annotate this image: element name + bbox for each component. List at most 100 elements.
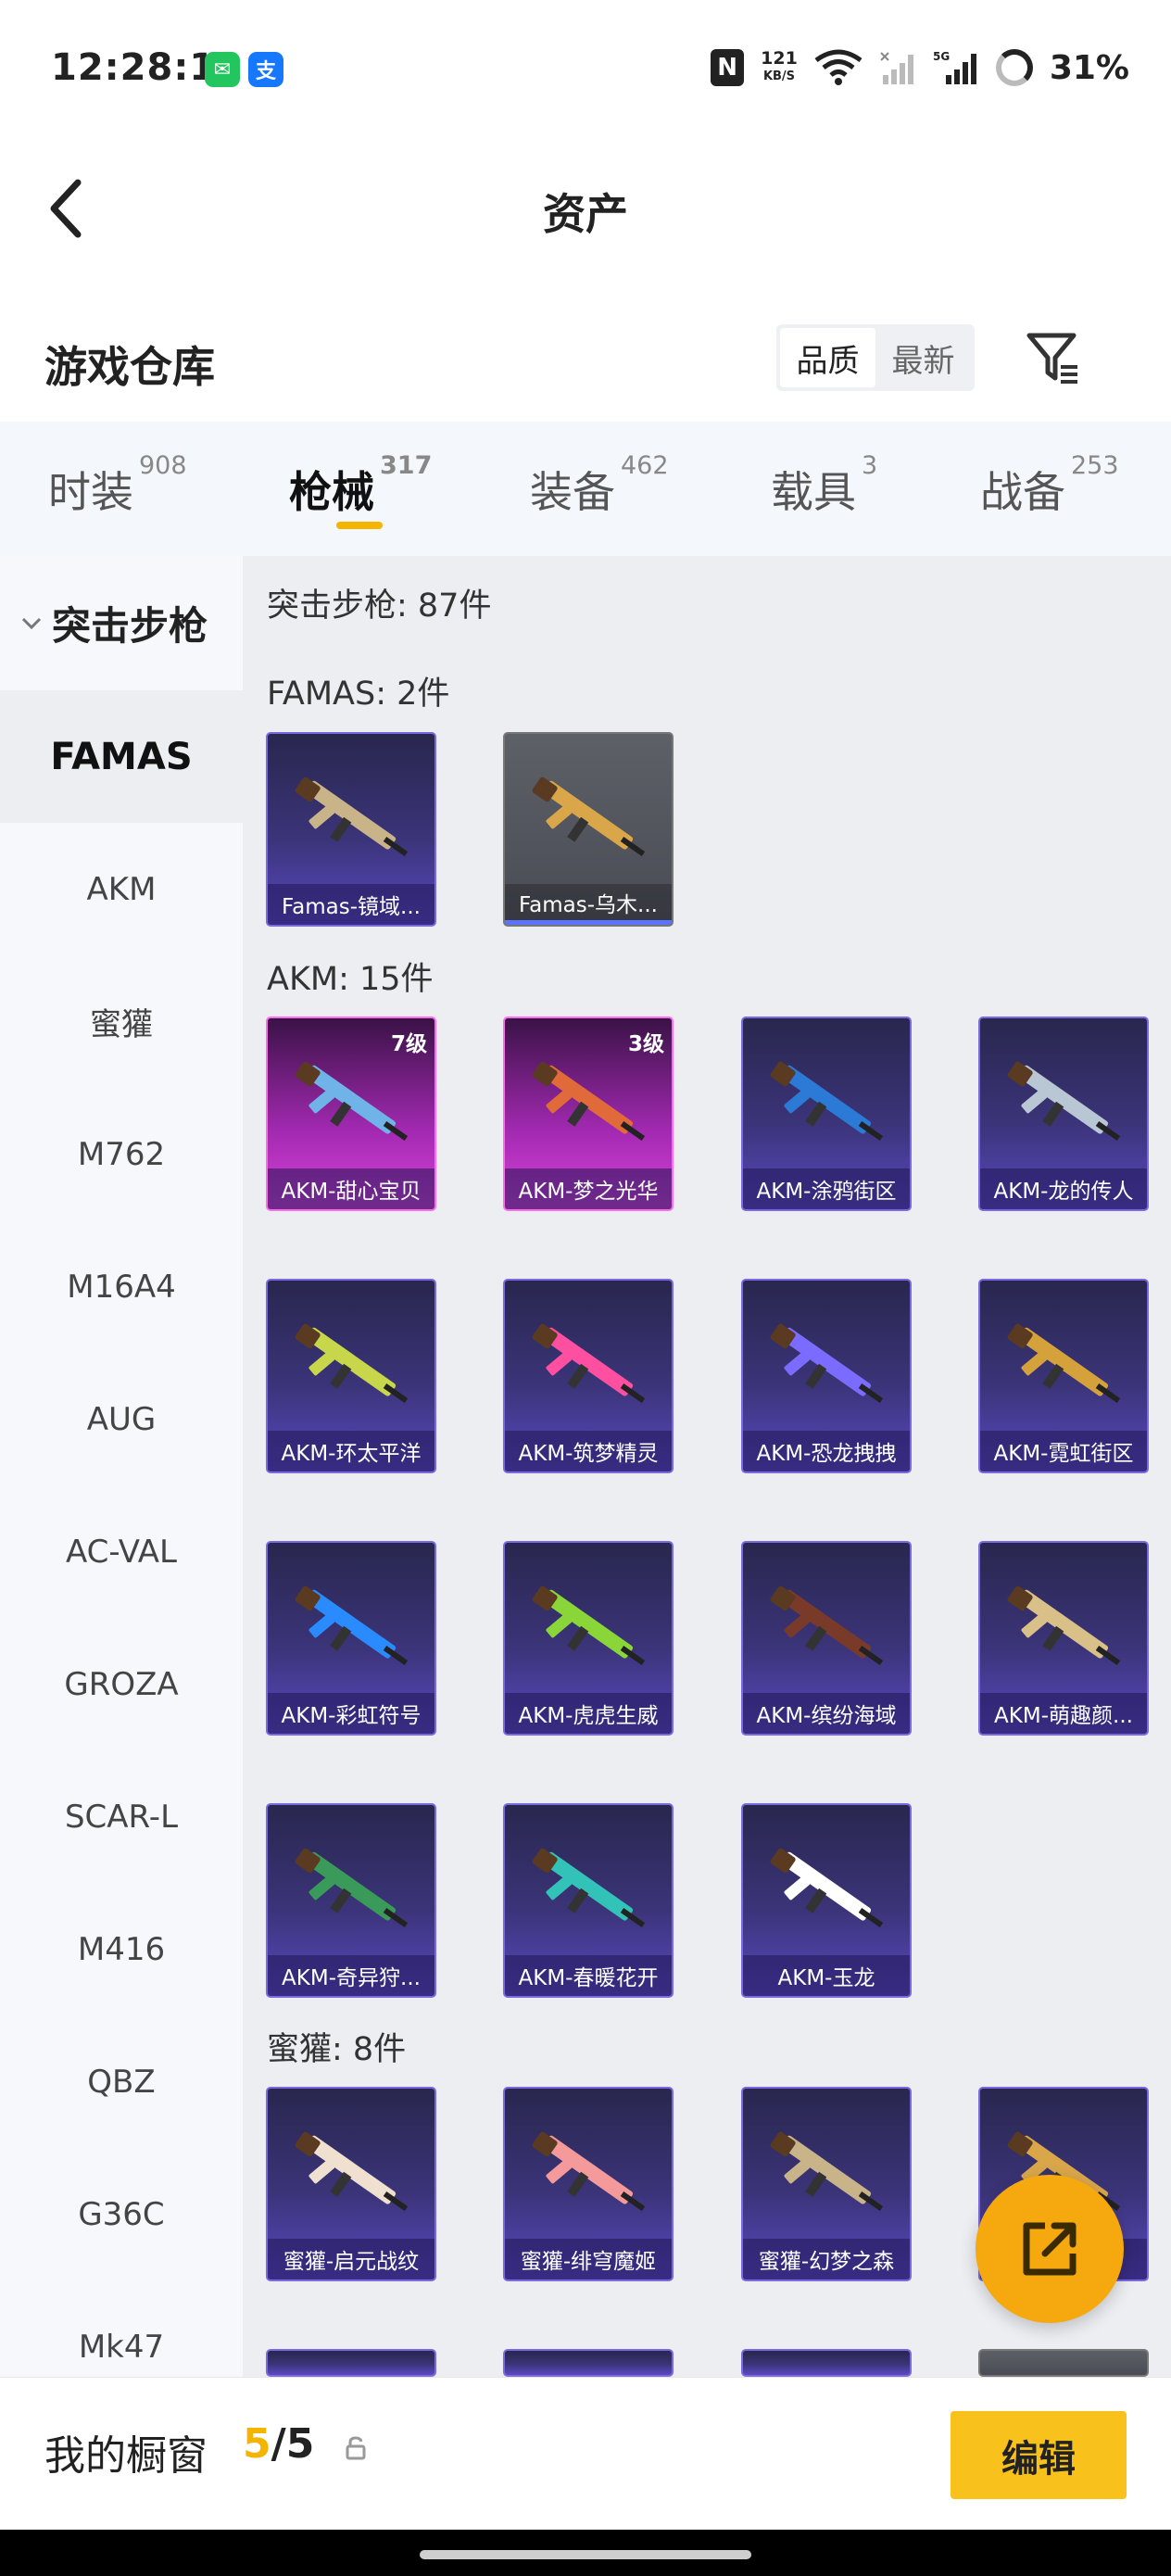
nfc-icon: N: [711, 49, 745, 86]
edit-button[interactable]: 编辑: [951, 2411, 1127, 2499]
weapon-skin-image: [1007, 1061, 1121, 1142]
skin-card-label: AKM-梦之光华: [505, 1168, 672, 1209]
alipay-icon: 支: [248, 52, 283, 87]
skin-card[interactable]: AKM-环太平洋: [266, 1279, 436, 1473]
skin-card[interactable]: AKM-虎虎生威: [503, 1541, 674, 1736]
skin-card-label: AKM-恐龙拽拽: [743, 1431, 910, 1471]
weapon-skin-image: [532, 777, 646, 857]
tab-equipment[interactable]: 装备462: [530, 451, 669, 520]
skin-card[interactable]: AKM-缤纷海域: [741, 1541, 912, 1736]
skin-card-label: AKM-涂鸦街区: [743, 1168, 910, 1209]
skin-card-label: AKM-筑梦精灵: [505, 1431, 672, 1471]
skin-card[interactable]: AKM-春暖花开: [503, 1803, 674, 1998]
tab-count: 317: [380, 451, 433, 480]
warehouse-title: 游戏仓库: [44, 342, 215, 392]
skin-card[interactable]: AKM-彩虹符号: [266, 1541, 436, 1736]
sidebar-item-m416[interactable]: M416: [0, 1883, 243, 2015]
sidebar-item-mk47[interactable]: Mk47: [0, 2280, 243, 2377]
skin-card[interactable]: AKM-萌趣颜...: [978, 1541, 1149, 1736]
skin-card-label: AKM-彩虹符号: [268, 1693, 434, 1734]
skin-card[interactable]: 蜜獾-幻梦之森: [741, 2087, 912, 2281]
tab-count: 3: [862, 451, 878, 480]
status-icons: N 121 KB/S 5G 31%: [711, 44, 1129, 91]
skin-card-label: AKM-春暖花开: [505, 1955, 672, 1996]
skin-card[interactable]: [978, 2349, 1149, 2377]
skin-card-label: AKM-龙的传人: [980, 1168, 1147, 1209]
home-indicator[interactable]: [420, 2550, 751, 2559]
skin-card[interactable]: AKM-恐龙拽拽: [741, 1279, 912, 1473]
sidebar-item-honey-badger[interactable]: 蜜獾: [0, 955, 243, 1088]
battery-icon: [995, 49, 1033, 86]
weapon-skin-image: [770, 2131, 884, 2212]
weapon-skin-image: [532, 1061, 646, 1142]
sidebar-item-scar-l[interactable]: SCAR-L: [0, 1750, 243, 1883]
weapon-sidebar: 突击步枪 FAMAS AKM 蜜獾 M762 M16A4 AUG AC-VAL …: [0, 556, 243, 2377]
skin-card[interactable]: AKM-玉龙: [741, 1803, 912, 1998]
skin-card-label: AKM-霓虹街区: [980, 1431, 1147, 1471]
skin-card[interactable]: AKM-涂鸦街区: [741, 1017, 912, 1211]
weapon-skin-image: [532, 1848, 646, 1928]
sort-latest-button[interactable]: 最新: [875, 328, 971, 387]
weapon-skin-image: [1007, 1323, 1121, 1404]
category-tabs: 时装908 枪械317 装备462 载具3 战备253: [0, 422, 1171, 556]
battery-percent: 31%: [1049, 48, 1129, 87]
sidebar-item-groza[interactable]: GROZA: [0, 1618, 243, 1750]
filter-button[interactable]: [1024, 324, 1083, 391]
weapon-skin-image: [295, 777, 409, 857]
category-summary: 突击步枪: 87件: [267, 587, 492, 625]
sidebar-item-aug[interactable]: AUG: [0, 1353, 243, 1485]
tab-guns[interactable]: 枪械317: [289, 451, 432, 520]
section-header: 游戏仓库 品质 最新: [0, 306, 1171, 408]
skin-card[interactable]: AKM-筑梦精灵: [503, 1279, 674, 1473]
skin-card[interactable]: 蜜獾-启元战纹: [266, 2087, 436, 2281]
skin-card[interactable]: 7级 AKM-甜心宝贝: [266, 1017, 436, 1211]
page-title: 资产: [543, 189, 628, 239]
weapon-skin-image: [770, 1061, 884, 1142]
skin-card[interactable]: AKM-龙的传人: [978, 1017, 1149, 1211]
weapon-skin-image: [770, 1323, 884, 1404]
share-fab-button[interactable]: [976, 2175, 1124, 2323]
skin-card[interactable]: 3级 AKM-梦之光华: [503, 1017, 674, 1211]
sidebar-group-label: 突击步枪: [52, 603, 208, 649]
status-bar: 12:28:10 ✉ 支 N 121 KB/S 5G 31%: [0, 0, 1171, 139]
sidebar-item-akm[interactable]: AKM: [0, 823, 243, 955]
tab-vehicles[interactable]: 载具3: [771, 451, 877, 520]
weapon-skin-image: [532, 2131, 646, 2212]
tab-fashion[interactable]: 时装908: [48, 451, 187, 520]
weapon-skin-image: [770, 1848, 884, 1928]
skin-card[interactable]: [741, 2349, 912, 2377]
sidebar-item-famas[interactable]: FAMAS: [0, 690, 243, 823]
skin-card[interactable]: AKM-奇异狩...: [266, 1803, 436, 1998]
weapon-skin-image: [295, 1585, 409, 1666]
skin-card[interactable]: AKM-霓虹街区: [978, 1279, 1149, 1473]
sidebar-item-ac-val[interactable]: AC-VAL: [0, 1485, 243, 1618]
wechat-icon: ✉: [205, 52, 240, 87]
honey-badger-section-label: 蜜獾: 8件: [267, 2031, 407, 2068]
signal-5g-icon: 5G: [933, 50, 976, 84]
skin-card[interactable]: [503, 2349, 674, 2377]
sidebar-item-g36c[interactable]: G36C: [0, 2148, 243, 2280]
signal-sim1-icon: [880, 52, 913, 84]
sidebar-group-assault-rifles[interactable]: 突击步枪: [0, 556, 243, 690]
skin-card-label: 蜜獾-绯穹魔姬: [505, 2239, 672, 2279]
skin-card[interactable]: Famas-乌木...: [503, 732, 674, 927]
weapon-skin-image: [295, 1848, 409, 1928]
weapon-skin-image: [532, 1323, 646, 1404]
sort-quality-button[interactable]: 品质: [780, 328, 875, 387]
network-speed-unit: KB/S: [762, 69, 796, 83]
sidebar-item-qbz[interactable]: QBZ: [0, 2015, 243, 2148]
active-tab-indicator: [336, 522, 383, 529]
skin-card[interactable]: 蜜獾-绯穹魔姬: [503, 2087, 674, 2281]
weapon-skin-image: [1007, 1585, 1121, 1666]
weapon-skin-image: [770, 1585, 884, 1666]
tab-label: 枪械: [289, 467, 374, 517]
skin-card[interactable]: [266, 2349, 436, 2377]
external-link-icon: [1023, 2222, 1077, 2276]
skin-card[interactable]: Famas-镜域...: [266, 732, 436, 927]
sidebar-item-m16a4[interactable]: M16A4: [0, 1220, 243, 1353]
skin-grid: 突击步枪: 87件 FAMAS: 2件 Famas-镜域... Famas-乌木.…: [243, 556, 1171, 2377]
tab-battle-gear[interactable]: 战备253: [980, 451, 1119, 520]
weapon-skin-image: [532, 1585, 646, 1666]
sidebar-item-m762[interactable]: M762: [0, 1088, 243, 1220]
skin-card-label: AKM-萌趣颜...: [980, 1693, 1147, 1734]
